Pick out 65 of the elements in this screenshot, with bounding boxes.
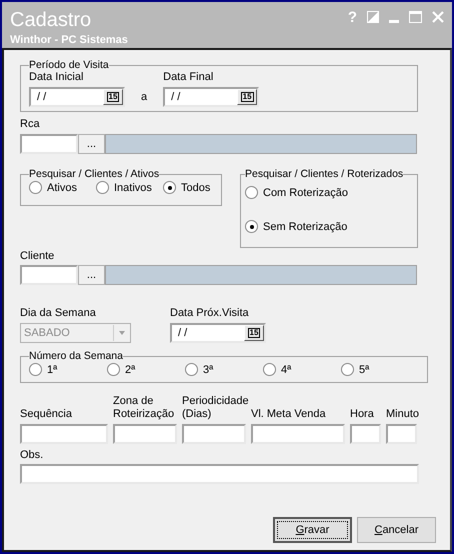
field-label: Hora <box>350 408 375 421</box>
input-field[interactable] <box>20 464 419 484</box>
radio-label: 2ª <box>125 364 136 376</box>
radio-label: 3ª <box>203 364 214 376</box>
radio-label: Sem Roterização <box>263 220 348 232</box>
radio-button[interactable] <box>29 181 42 194</box>
date-field[interactable]: / / 15 <box>170 323 266 343</box>
browse-button[interactable]: ... <box>78 265 105 285</box>
date-value: / / <box>37 91 46 103</box>
range-separator: a <box>141 91 148 103</box>
field-label: Rca <box>20 118 41 131</box>
window-subtitle: Winthor - PC Sistemas <box>10 34 128 46</box>
radio-button[interactable] <box>245 220 258 233</box>
group-legend: Pesquisar / Clientes / Ativos <box>29 168 160 180</box>
radio-label: 4ª <box>281 364 292 376</box>
window-title: Cadastro <box>10 9 92 31</box>
close-icon[interactable] <box>432 11 444 23</box>
radio-label: Todos <box>181 182 210 194</box>
radio-button[interactable] <box>163 181 176 194</box>
date-value: / / <box>178 327 188 339</box>
radio-button[interactable] <box>107 363 120 376</box>
calendar-button[interactable]: 15 <box>237 89 258 105</box>
group-legend: Pesquisar / Clientes / Roterizados <box>245 168 404 180</box>
radio-label: Com Roterização <box>263 186 348 198</box>
radio-label: 1ª <box>47 364 58 376</box>
radio-label: 5ª <box>359 364 370 376</box>
radio-button[interactable] <box>341 363 354 376</box>
dialog-button[interactable]: Cancelar <box>357 517 436 543</box>
radio-button[interactable] <box>29 363 42 376</box>
code-field[interactable] <box>20 265 78 285</box>
field-label: Sequência <box>20 408 73 421</box>
date-field[interactable]: / / 15 <box>163 87 260 107</box>
radio-button[interactable] <box>245 186 258 199</box>
field-label: Vl. Meta Venda <box>251 408 327 421</box>
browse-button[interactable]: ... <box>78 134 105 154</box>
group-legend: Número da Semana <box>29 350 123 362</box>
radio-button[interactable] <box>96 181 109 194</box>
group-legend: Período de Visita <box>29 59 109 71</box>
field-label: Dia da Semana <box>20 307 97 320</box>
input-field[interactable] <box>182 424 246 444</box>
radio-button[interactable] <box>185 363 198 376</box>
calendar-button[interactable]: 15 <box>244 325 264 341</box>
maximize-icon[interactable] <box>409 11 422 23</box>
field-label: Data Próx.Visita <box>170 307 250 320</box>
input-field[interactable] <box>251 424 345 444</box>
field-label: Obs. <box>20 449 44 462</box>
input-field[interactable] <box>20 424 108 444</box>
field-label: Cliente <box>20 250 56 263</box>
radio-button[interactable] <box>263 363 276 376</box>
calendar-button[interactable]: 15 <box>103 89 123 105</box>
field-label: Zona de Roteirização <box>113 395 176 421</box>
field-label: Minuto <box>386 408 417 421</box>
field-label: Data Final <box>163 71 214 84</box>
restore-icon[interactable] <box>367 11 379 23</box>
input-field[interactable] <box>350 424 381 444</box>
field-label: Data Inicial <box>29 71 84 84</box>
field-label: Periodicidade (Dias) <box>182 395 246 421</box>
date-value: / / <box>171 91 180 103</box>
input-field[interactable] <box>386 424 417 444</box>
date-field[interactable]: / / 15 <box>29 87 125 107</box>
radio-label: Inativos <box>114 182 152 194</box>
code-field[interactable] <box>20 134 78 154</box>
dialog-button[interactable]: Gravar <box>273 517 352 543</box>
radio-label: Ativos <box>47 182 77 194</box>
input-field[interactable] <box>113 424 177 444</box>
